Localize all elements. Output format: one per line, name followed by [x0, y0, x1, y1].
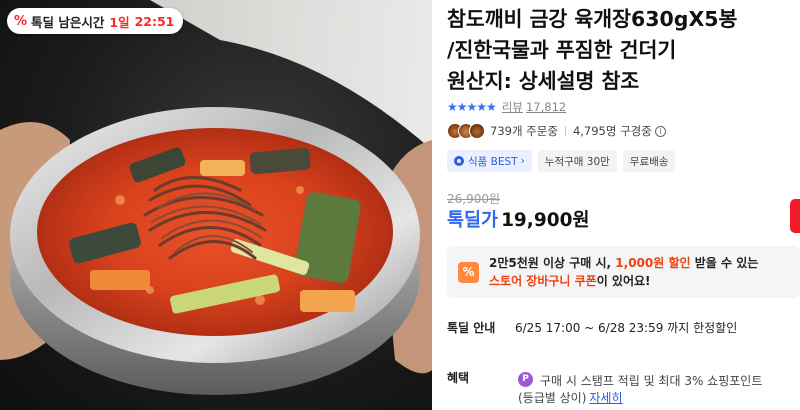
deal-info-value: 6/25 17:00 ~ 6/28 23:59 까지 한정할인	[515, 321, 738, 335]
buyer-avatars	[447, 123, 485, 139]
deal-info-row: 톡딜 안내 6/25 17:00 ~ 6/28 23:59 까지 한정할인	[447, 319, 737, 336]
coupon-text-part: 이 있어요!	[596, 274, 651, 288]
benefit-details-link[interactable]: 자세히	[589, 391, 622, 405]
deal-timer-time: 22:51	[134, 13, 175, 29]
tag-label: 식품 BEST	[468, 155, 518, 168]
tag-food-best[interactable]: 식품 BEST ›	[447, 150, 532, 172]
deal-timer-days: 1일	[109, 14, 130, 30]
side-action-tab[interactable]	[790, 199, 800, 233]
deal-timer-label: 톡딜 남은시간	[31, 14, 105, 30]
tag-cumulative-purchases: 누적구매 30만	[537, 150, 617, 172]
coupon-text-part: 2만5천원 이상 구매 시,	[489, 256, 616, 270]
orders-count: 739개 주문중	[490, 124, 558, 138]
shield-icon	[454, 156, 464, 166]
coupon-banner[interactable]: % 2만5천원 이상 구매 시, 1,000원 할인 받을 수 있는스토어 장바…	[447, 246, 800, 298]
coupon-text-part: 받을 수 있는	[690, 256, 759, 270]
coupon-percent-icon: %	[458, 262, 479, 283]
point-icon: P	[518, 372, 533, 387]
price-row: 톡딜가 19,900원	[447, 206, 589, 232]
tag-free-shipping: 무료배송	[622, 150, 676, 172]
rating-summary[interactable]: ★★★★★ 리뷰 17,812	[447, 99, 566, 115]
soup-bowl-illustration	[0, 0, 432, 395]
sale-price: 19,900원	[501, 210, 590, 231]
chevron-right-icon: ›	[520, 155, 525, 167]
product-title: 참도깨비 금강 육개장630gX5봉 /진한국물과 푸짐한 건더기 원산지: 상…	[447, 7, 738, 93]
tag-label: 누적구매 30만	[544, 155, 610, 168]
deal-price-label: 톡딜가	[447, 210, 499, 231]
coupon-text: 2만5천원 이상 구매 시, 1,000원 할인 받을 수 있는스토어 장바구니…	[489, 254, 799, 290]
benefit-grade-note: (등급별 상이)	[518, 391, 587, 405]
benefit-text: 구매 시 스탬프 적립 및 최대 3% 쇼핑포인트	[540, 374, 763, 388]
product-info-panel: 참도깨비 금강 육개장630gX5봉 /진한국물과 푸짐한 건더기 원산지: 상…	[447, 0, 800, 410]
product-image[interactable]: % 톡딜 남은시간 1일 22:51	[0, 0, 432, 410]
percent-icon: %	[14, 13, 28, 29]
live-stats: 739개 주문중 4,795명 구경중 i	[447, 122, 666, 140]
original-price: 26,900원	[447, 192, 501, 206]
review-label[interactable]: 리뷰	[502, 99, 523, 115]
product-tags: 식품 BEST › 누적구매 30만 무료배송	[447, 150, 676, 172]
benefit-label: 혜택	[447, 371, 470, 385]
tag-label: 무료배송	[629, 155, 669, 168]
coupon-name-highlight: 스토어 장바구니 쿠폰	[489, 274, 597, 288]
benefit-subtext: (등급별 상이) 자세히	[518, 389, 623, 406]
review-count-link[interactable]: 17,812	[526, 100, 566, 114]
info-icon[interactable]: i	[654, 125, 666, 137]
deal-timer-badge: % 톡딜 남은시간 1일 22:51	[7, 8, 184, 34]
deal-info-label: 톡딜 안내	[447, 321, 496, 335]
viewers-count: 4,795명 구경중	[572, 124, 652, 138]
coupon-discount-highlight: 1,000원 할인	[615, 256, 691, 270]
star-rating-icon: ★★★★★	[447, 100, 497, 114]
stats-divider	[564, 126, 566, 136]
avatar	[469, 123, 485, 139]
